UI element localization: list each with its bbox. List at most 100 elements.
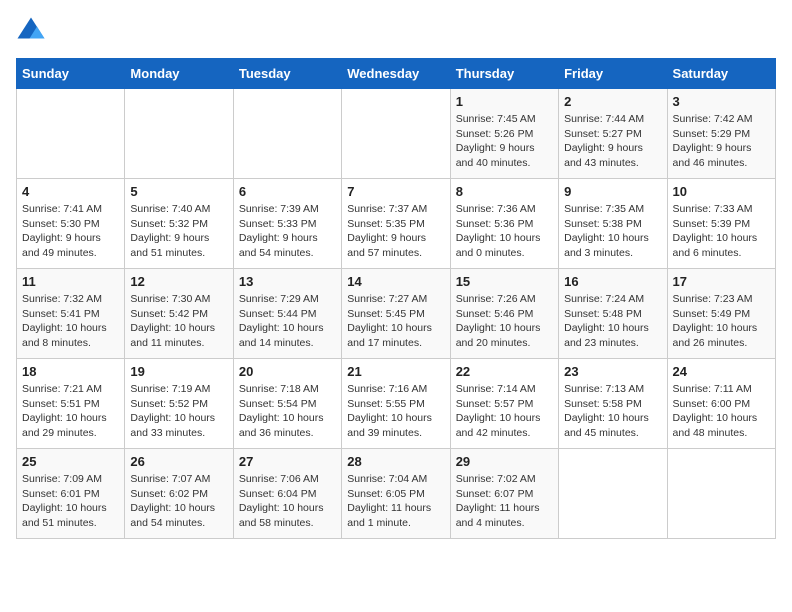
day-info: Sunrise: 7:16 AM Sunset: 5:55 PM Dayligh… xyxy=(347,382,444,441)
day-cell: 12 Sunrise: 7:30 AM Sunset: 5:42 PM Dayli… xyxy=(125,269,233,359)
day-info: Sunrise: 7:36 AM Sunset: 5:36 PM Dayligh… xyxy=(456,202,553,261)
day-info: Sunrise: 7:30 AM Sunset: 5:42 PM Dayligh… xyxy=(130,292,227,351)
day-info: Sunrise: 7:39 AM Sunset: 5:33 PM Dayligh… xyxy=(239,202,336,261)
day-number: 4 xyxy=(22,184,119,199)
day-number: 3 xyxy=(673,94,770,109)
day-cell: 26 Sunrise: 7:07 AM Sunset: 6:02 PM Dayli… xyxy=(125,449,233,539)
day-number: 5 xyxy=(130,184,227,199)
day-cell: 22 Sunrise: 7:14 AM Sunset: 5:57 PM Dayli… xyxy=(450,359,558,449)
day-cell: 19 Sunrise: 7:19 AM Sunset: 5:52 PM Dayli… xyxy=(125,359,233,449)
day-number: 28 xyxy=(347,454,444,469)
day-info: Sunrise: 7:35 AM Sunset: 5:38 PM Dayligh… xyxy=(564,202,661,261)
day-info: Sunrise: 7:37 AM Sunset: 5:35 PM Dayligh… xyxy=(347,202,444,261)
day-number: 22 xyxy=(456,364,553,379)
column-header-monday: Monday xyxy=(125,59,233,89)
day-info: Sunrise: 7:26 AM Sunset: 5:46 PM Dayligh… xyxy=(456,292,553,351)
day-cell: 11 Sunrise: 7:32 AM Sunset: 5:41 PM Dayli… xyxy=(17,269,125,359)
day-number: 16 xyxy=(564,274,661,289)
day-info: Sunrise: 7:24 AM Sunset: 5:48 PM Dayligh… xyxy=(564,292,661,351)
day-cell: 13 Sunrise: 7:29 AM Sunset: 5:44 PM Dayli… xyxy=(233,269,341,359)
calendar-header-row: SundayMondayTuesdayWednesdayThursdayFrid… xyxy=(17,59,776,89)
day-info: Sunrise: 7:19 AM Sunset: 5:52 PM Dayligh… xyxy=(130,382,227,441)
day-info: Sunrise: 7:21 AM Sunset: 5:51 PM Dayligh… xyxy=(22,382,119,441)
week-row-3: 11 Sunrise: 7:32 AM Sunset: 5:41 PM Dayli… xyxy=(17,269,776,359)
day-number: 11 xyxy=(22,274,119,289)
day-number: 14 xyxy=(347,274,444,289)
week-row-4: 18 Sunrise: 7:21 AM Sunset: 5:51 PM Dayli… xyxy=(17,359,776,449)
day-number: 20 xyxy=(239,364,336,379)
day-cell: 18 Sunrise: 7:21 AM Sunset: 5:51 PM Dayli… xyxy=(17,359,125,449)
day-cell xyxy=(17,89,125,179)
day-info: Sunrise: 7:02 AM Sunset: 6:07 PM Dayligh… xyxy=(456,472,553,531)
day-cell: 5 Sunrise: 7:40 AM Sunset: 5:32 PM Daylig… xyxy=(125,179,233,269)
day-cell: 8 Sunrise: 7:36 AM Sunset: 5:36 PM Daylig… xyxy=(450,179,558,269)
day-number: 26 xyxy=(130,454,227,469)
day-info: Sunrise: 7:33 AM Sunset: 5:39 PM Dayligh… xyxy=(673,202,770,261)
day-number: 29 xyxy=(456,454,553,469)
day-number: 10 xyxy=(673,184,770,199)
column-header-friday: Friday xyxy=(559,59,667,89)
day-info: Sunrise: 7:14 AM Sunset: 5:57 PM Dayligh… xyxy=(456,382,553,441)
day-number: 6 xyxy=(239,184,336,199)
day-info: Sunrise: 7:09 AM Sunset: 6:01 PM Dayligh… xyxy=(22,472,119,531)
day-cell: 3 Sunrise: 7:42 AM Sunset: 5:29 PM Daylig… xyxy=(667,89,775,179)
day-number: 24 xyxy=(673,364,770,379)
day-info: Sunrise: 7:07 AM Sunset: 6:02 PM Dayligh… xyxy=(130,472,227,531)
day-number: 21 xyxy=(347,364,444,379)
day-number: 18 xyxy=(22,364,119,379)
day-number: 2 xyxy=(564,94,661,109)
day-info: Sunrise: 7:42 AM Sunset: 5:29 PM Dayligh… xyxy=(673,112,770,171)
day-cell: 16 Sunrise: 7:24 AM Sunset: 5:48 PM Dayli… xyxy=(559,269,667,359)
day-cell: 15 Sunrise: 7:26 AM Sunset: 5:46 PM Dayli… xyxy=(450,269,558,359)
calendar-table: SundayMondayTuesdayWednesdayThursdayFrid… xyxy=(16,58,776,539)
week-row-2: 4 Sunrise: 7:41 AM Sunset: 5:30 PM Daylig… xyxy=(17,179,776,269)
day-info: Sunrise: 7:32 AM Sunset: 5:41 PM Dayligh… xyxy=(22,292,119,351)
day-info: Sunrise: 7:29 AM Sunset: 5:44 PM Dayligh… xyxy=(239,292,336,351)
header xyxy=(16,16,776,46)
day-cell: 17 Sunrise: 7:23 AM Sunset: 5:49 PM Dayli… xyxy=(667,269,775,359)
day-cell: 27Sunrise: 7:06 AM Sunset: 6:04 PM Dayli… xyxy=(233,449,341,539)
day-number: 17 xyxy=(673,274,770,289)
day-info: Sunrise: 7:40 AM Sunset: 5:32 PM Dayligh… xyxy=(130,202,227,261)
day-info: Sunrise: 7:45 AM Sunset: 5:26 PM Dayligh… xyxy=(456,112,553,171)
day-cell: 25 Sunrise: 7:09 AM Sunset: 6:01 PM Dayli… xyxy=(17,449,125,539)
day-cell: 28Sunrise: 7:04 AM Sunset: 6:05 PM Dayli… xyxy=(342,449,450,539)
day-number: 9 xyxy=(564,184,661,199)
day-info: Sunrise: 7:13 AM Sunset: 5:58 PM Dayligh… xyxy=(564,382,661,441)
day-cell: 10 Sunrise: 7:33 AM Sunset: 5:39 PM Dayli… xyxy=(667,179,775,269)
day-cell: 4 Sunrise: 7:41 AM Sunset: 5:30 PM Daylig… xyxy=(17,179,125,269)
column-header-saturday: Saturday xyxy=(667,59,775,89)
logo-icon xyxy=(16,16,46,46)
column-header-wednesday: Wednesday xyxy=(342,59,450,89)
day-info: Sunrise: 7:06 AM Sunset: 6:04 PM Dayligh… xyxy=(239,472,336,531)
day-cell xyxy=(559,449,667,539)
column-header-sunday: Sunday xyxy=(17,59,125,89)
day-number: 19 xyxy=(130,364,227,379)
day-number: 25 xyxy=(22,454,119,469)
day-info: Sunrise: 7:18 AM Sunset: 5:54 PM Dayligh… xyxy=(239,382,336,441)
day-info: Sunrise: 7:11 AM Sunset: 6:00 PM Dayligh… xyxy=(673,382,770,441)
day-cell xyxy=(233,89,341,179)
day-info: Sunrise: 7:23 AM Sunset: 5:49 PM Dayligh… xyxy=(673,292,770,351)
day-cell: 23 Sunrise: 7:13 AM Sunset: 5:58 PM Dayli… xyxy=(559,359,667,449)
column-header-thursday: Thursday xyxy=(450,59,558,89)
day-info: Sunrise: 7:27 AM Sunset: 5:45 PM Dayligh… xyxy=(347,292,444,351)
week-row-5: 25 Sunrise: 7:09 AM Sunset: 6:01 PM Dayli… xyxy=(17,449,776,539)
day-cell: 20 Sunrise: 7:18 AM Sunset: 5:54 PM Dayli… xyxy=(233,359,341,449)
day-info: Sunrise: 7:41 AM Sunset: 5:30 PM Dayligh… xyxy=(22,202,119,261)
day-number: 1 xyxy=(456,94,553,109)
day-cell xyxy=(342,89,450,179)
day-cell: 21 Sunrise: 7:16 AM Sunset: 5:55 PM Dayli… xyxy=(342,359,450,449)
day-cell xyxy=(125,89,233,179)
day-cell: 14 Sunrise: 7:27 AM Sunset: 5:45 PM Dayli… xyxy=(342,269,450,359)
day-cell: 7 Sunrise: 7:37 AM Sunset: 5:35 PM Daylig… xyxy=(342,179,450,269)
day-number: 23 xyxy=(564,364,661,379)
day-number: 15 xyxy=(456,274,553,289)
day-number: 8 xyxy=(456,184,553,199)
day-cell: 29 Sunrise: 7:02 AM Sunset: 6:07 PM Dayli… xyxy=(450,449,558,539)
day-number: 12 xyxy=(130,274,227,289)
day-number: 13 xyxy=(239,274,336,289)
day-cell: 2Sunrise: 7:44 AM Sunset: 5:27 PM Daylig… xyxy=(559,89,667,179)
day-number: 7 xyxy=(347,184,444,199)
column-header-tuesday: Tuesday xyxy=(233,59,341,89)
